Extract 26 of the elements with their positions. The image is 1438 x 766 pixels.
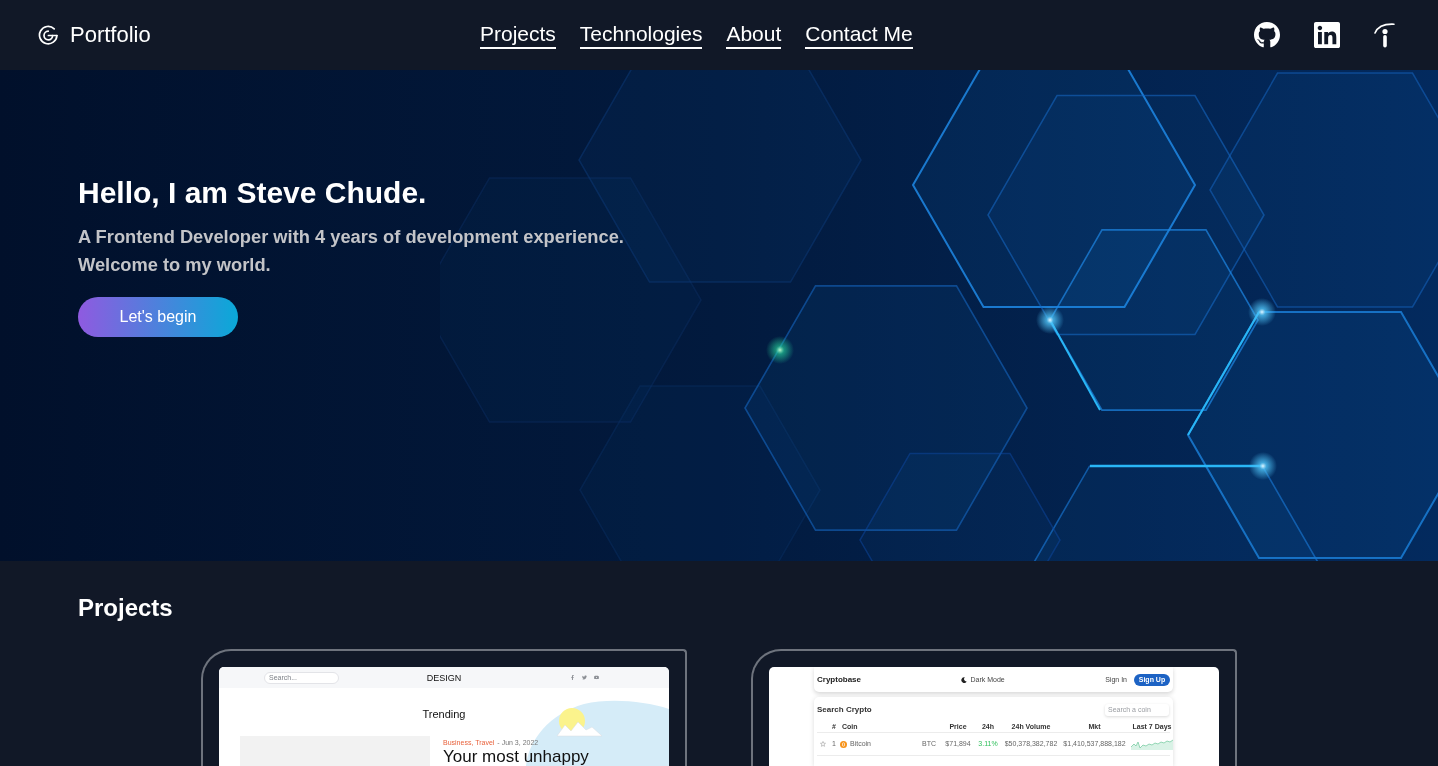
post-title[interactable]: Your most unhappy (443, 747, 589, 766)
hero-subtitle: A Frontend Developer with 4 years of development experience. (78, 225, 624, 249)
card-title: Search Crypto (817, 705, 872, 714)
hero-subtitle: Welcome to my world. (78, 253, 271, 277)
sparkline-chart (1131, 738, 1173, 750)
github-icon[interactable] (1254, 22, 1280, 48)
site-logo-text: DESIGN (426, 672, 462, 683)
site-logo-text: Cryptobase (817, 675, 861, 684)
letter-f-icon[interactable] (570, 675, 575, 680)
lets-begin-button[interactable]: Let's begin (78, 297, 238, 337)
logo-icon (38, 25, 58, 45)
hero-title: Hello, I am Steve Chude. (78, 176, 427, 210)
linkedin-icon[interactable] (1314, 22, 1340, 48)
site-logo-text[interactable]: Portfolio (70, 22, 151, 48)
play-button-icon[interactable] (594, 675, 599, 680)
moon-icon[interactable] (961, 676, 968, 683)
nav-link[interactable]: Projects (480, 21, 556, 49)
nav-link[interactable]: About (726, 21, 782, 49)
nav-link[interactable]: Technologies (579, 21, 703, 49)
letter-i-icon[interactable] (1374, 22, 1395, 48)
section-title: Trending (422, 708, 466, 720)
section-heading: Projects (78, 593, 173, 623)
nav-link[interactable]: Contact Me (805, 21, 913, 49)
star-icon[interactable] (820, 741, 826, 747)
coin-icon (840, 740, 847, 748)
bird-icon[interactable] (582, 675, 587, 680)
